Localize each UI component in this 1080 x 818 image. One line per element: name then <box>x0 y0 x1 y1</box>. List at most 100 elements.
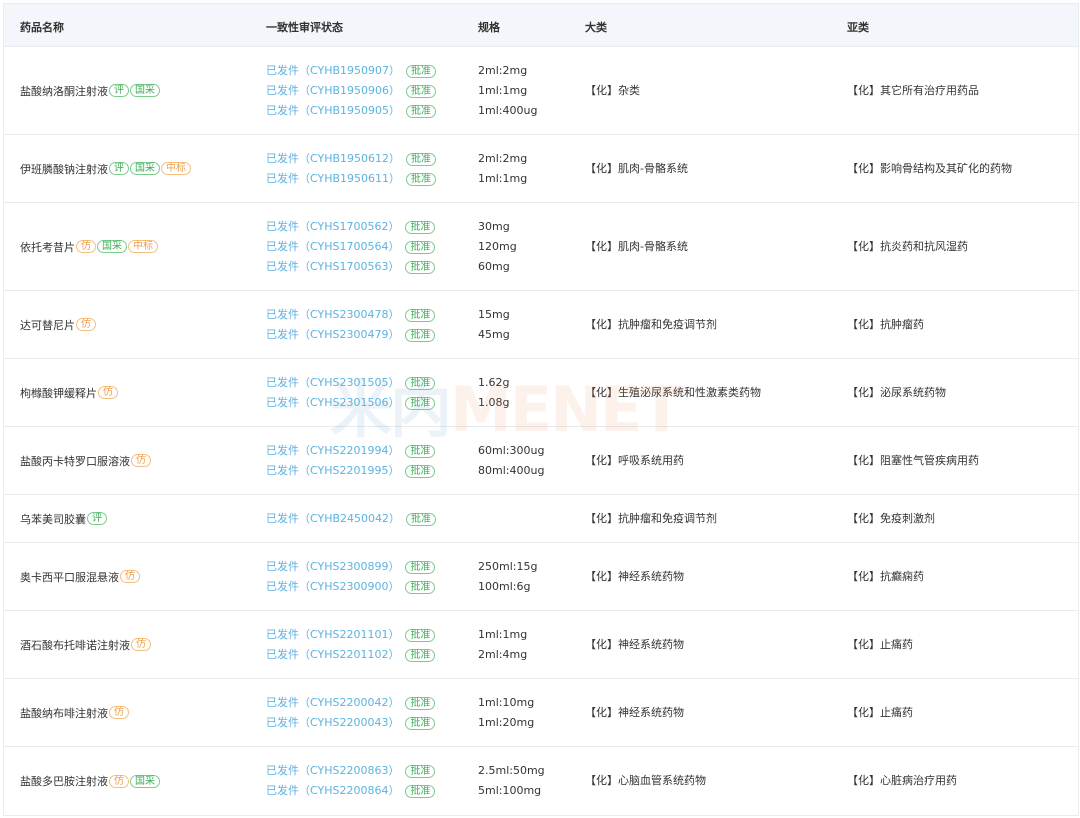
drug-name[interactable]: 盐酸纳布啡注射液 <box>20 705 108 721</box>
subcategory-text: 【化】心脏病治疗用药 <box>847 774 957 787</box>
drug-tag-badge: 仿 <box>120 570 140 583</box>
review-status-line: 已发件（CYHS2300479） 批准 <box>266 325 436 345</box>
spec-value: 80ml:400ug <box>478 463 545 477</box>
review-status-link[interactable]: 已发件（CYHS2200864） <box>266 784 399 797</box>
review-status-cell: 已发件（CYHS2201101） 批准 已发件（CYHS2201102） 批准 <box>266 611 436 678</box>
spec-cell: 2ml:2mg 1ml:1mg <box>478 135 527 202</box>
spec-value: 250ml:15g <box>478 559 538 573</box>
approved-badge: 批准 <box>405 220 436 234</box>
approved-badge: 批准 <box>405 765 436 778</box>
drug-name-cell: 盐酸丙卡特罗口服溶液仿 <box>20 427 151 494</box>
category-text: 【化】生殖泌尿系统和性激素类药物 <box>585 385 761 399</box>
approved-badge: 批准 <box>406 104 437 118</box>
review-status-link[interactable]: 已发件（CYHS2201994） <box>266 444 399 457</box>
table-body: 盐酸纳洛酮注射液评国采 已发件（CYHB1950907） 批准 已发件（CYHB195… <box>4 47 1078 815</box>
subcategory-cell: 【化】影响骨结构及其矿化的药物 <box>847 135 1012 202</box>
subcategory-cell: 【化】阻塞性气管疾病用药 <box>847 427 979 494</box>
drug-tag-badge: 仿 <box>109 706 129 719</box>
subcategory-cell: 【化】其它所有治疗用药品 <box>847 47 979 134</box>
drug-tag-badge: 国采 <box>130 774 160 788</box>
drug-name-cell: 达可替尼片仿 <box>20 291 96 358</box>
review-status-link[interactable]: 已发件（CYHS1700562） <box>266 220 399 233</box>
drug-name[interactable]: 达可替尼片 <box>20 317 75 333</box>
review-status-line: 已发件（CYHS2200863） 批准 <box>266 761 436 781</box>
approved-badge: 批准 <box>405 308 436 322</box>
review-status-link[interactable]: 已发件（CYHS2300900） <box>266 580 399 593</box>
approved-badge: 批准 <box>405 396 436 410</box>
review-status-line: 已发件（CYHS2200042） 批准 <box>266 693 436 713</box>
review-status-link[interactable]: 已发件（CYHB1950905） <box>266 104 400 117</box>
spec-value: 1ml:1mg <box>478 171 528 185</box>
review-status-link[interactable]: 已发件（CYHS2200043） <box>266 716 399 729</box>
category-text: 【化】神经系统药物 <box>585 569 684 583</box>
drug-name[interactable]: 依托考昔片 <box>20 239 75 255</box>
subcategory-cell: 【化】免疫刺激剂 <box>847 495 935 542</box>
category-text: 【化】抗肿瘤和免疫调节剂 <box>585 317 717 331</box>
spec-value: 1.08g <box>478 395 510 409</box>
spec-cell: 1ml:1mg 2ml:4mg <box>478 611 527 678</box>
review-status-link[interactable]: 已发件（CYHS2200042） <box>266 696 399 709</box>
approved-badge: 批准 <box>405 628 436 642</box>
drug-name[interactable]: 奥卡西平口服混悬液 <box>20 569 119 585</box>
category-cell: 【化】抗肿瘤和免疫调节剂 <box>585 291 717 358</box>
review-status-line: 已发件（CYHB2450042） 批准 <box>266 509 437 529</box>
spec-value: 60ml:300ug <box>478 443 545 457</box>
drug-name-line: 乌苯美司胶囊评 <box>20 511 107 527</box>
spec-cell: 1.62g 1.08g <box>478 359 509 426</box>
review-status-line: 已发件（CYHB1950612） 批准 <box>266 149 437 169</box>
drug-name-line: 伊班膦酸钠注射液评国采 中标 <box>20 161 191 177</box>
drug-tag-badge: 仿 <box>131 454 151 467</box>
table-row: 达可替尼片仿 已发件（CYHS2300478） 批准 已发件（CYHS2300479）… <box>4 291 1078 359</box>
drug-tag-badge: 中标 <box>161 162 191 175</box>
review-status-link[interactable]: 已发件（CYHB1950906） <box>266 84 400 97</box>
review-status-link[interactable]: 已发件（CYHS2300479） <box>266 328 399 341</box>
review-status-link[interactable]: 已发件（CYHB1950611） <box>266 172 400 185</box>
approved-badge: 批准 <box>405 240 436 254</box>
category-cell: 【化】神经系统药物 <box>585 679 684 746</box>
review-status-cell: 已发件（CYHS2200042） 批准 已发件（CYHS2200043） 批准 <box>266 679 436 746</box>
review-status-link[interactable]: 已发件（CYHS2201102） <box>266 648 399 661</box>
review-status-link[interactable]: 已发件（CYHS2201101） <box>266 628 399 641</box>
category-text: 【化】杂类 <box>585 83 640 97</box>
drug-name[interactable]: 酒石酸布托啡诺注射液 <box>20 637 130 653</box>
review-status-link[interactable]: 已发件（CYHB1950612） <box>266 152 400 165</box>
drug-name[interactable]: 盐酸丙卡特罗口服溶液 <box>20 453 130 469</box>
review-status-link[interactable]: 已发件（CYHS2300899） <box>266 560 399 573</box>
header-subcategory: 亚类 <box>847 21 869 34</box>
review-status-line: 已发件（CYHB1950611） 批准 <box>266 169 437 189</box>
spec-value: 15mg <box>478 307 510 321</box>
review-status-line: 已发件（CYHS2300900） 批准 <box>266 577 436 597</box>
approved-badge: 批准 <box>405 444 436 458</box>
spec-cell: 2ml:2mg 1ml:1mg 1ml:400ug <box>478 47 537 134</box>
category-text: 【化】心脑血管系统药物 <box>585 774 706 787</box>
review-status-link[interactable]: 已发件（CYHB2450042） <box>266 512 400 525</box>
header-drug-name: 药品名称 <box>20 21 64 34</box>
review-status-line: 已发件（CYHS2201102） 批准 <box>266 645 436 665</box>
spec-value: 2.5ml:50mg <box>478 764 545 777</box>
drug-name[interactable]: 伊班膦酸钠注射液 <box>20 161 108 177</box>
review-status-link[interactable]: 已发件（CYHS1700564） <box>266 240 399 253</box>
category-cell: 【化】杂类 <box>585 47 640 134</box>
review-status-line: 已发件（CYHS2201101） 批准 <box>266 625 436 645</box>
review-status-link[interactable]: 已发件（CYHS2201995） <box>266 464 399 477</box>
drug-tag-badge: 仿 <box>131 638 151 651</box>
drug-name-line: 奥卡西平口服混悬液仿 <box>20 569 140 585</box>
drug-name[interactable]: 乌苯美司胶囊 <box>20 511 86 527</box>
review-status-link[interactable]: 已发件（CYHS2301505） <box>266 376 399 389</box>
drug-name-line: 盐酸纳布啡注射液仿 <box>20 705 129 721</box>
review-status-cell: 已发件（CYHS2300478） 批准已发件（CYHS2300479） 批准 <box>266 291 436 358</box>
review-status-link[interactable]: 已发件（CYHS1700563） <box>266 260 399 273</box>
drug-name[interactable]: 枸橼酸钾缓释片 <box>20 385 97 401</box>
table-row: 酒石酸布托啡诺注射液仿已发件（CYHS2201101） 批准 已发件（CYHS220… <box>4 611 1078 679</box>
review-status-link[interactable]: 已发件（CYHS2200863） <box>266 764 399 777</box>
review-status-link[interactable]: 已发件（CYHS2301506） <box>266 396 399 409</box>
review-status-link[interactable]: 已发件（CYHS2300478） <box>266 308 399 321</box>
category-cell: 【化】肌肉-骨骼系统 <box>585 135 688 202</box>
review-status-link[interactable]: 已发件（CYHB1950907） <box>266 64 400 77</box>
approved-badge: 批准 <box>406 512 437 526</box>
approved-badge: 批准 <box>405 260 436 274</box>
review-status-cell: 已发件（CYHB2450042） 批准 <box>266 495 437 542</box>
drug-name[interactable]: 盐酸纳洛酮注射液 <box>20 83 108 99</box>
approved-badge: 批准 <box>405 580 436 594</box>
drug-name[interactable]: 盐酸多巴胺注射液 <box>20 773 108 789</box>
